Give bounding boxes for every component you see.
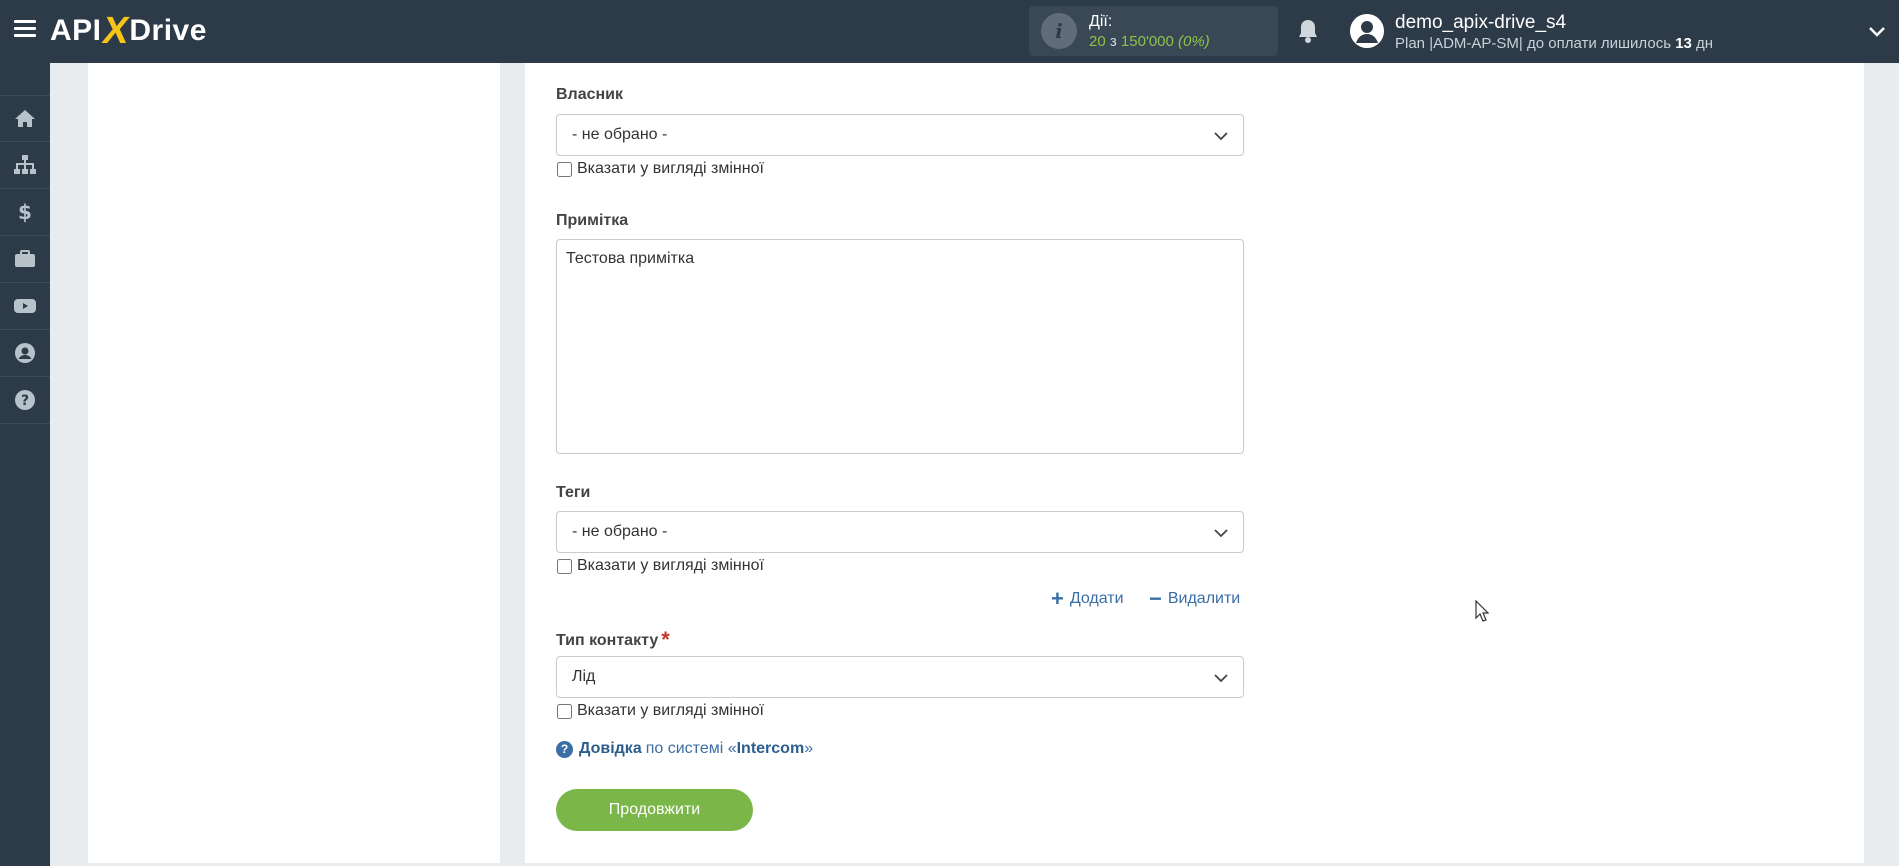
tags-variable-checkbox-row[interactable]: Вказати у вигляді змінної (556, 557, 764, 575)
menu-icon[interactable] (14, 20, 36, 38)
svg-text:?: ? (21, 393, 29, 409)
sidebar: $ ? (0, 63, 50, 866)
question-circle-icon: ? (15, 390, 35, 410)
tags-variable-checkbox[interactable] (557, 558, 572, 574)
contact-type-variable-label: Вказати у вигляді змінної (577, 702, 764, 719)
question-circle-icon: ? (556, 740, 573, 758)
sidebar-item-tools[interactable] (0, 236, 50, 283)
owner-variable-checkbox-row[interactable]: Вказати у вигляді змінної (556, 160, 764, 178)
sidebar-item-billing[interactable]: $ (0, 189, 50, 236)
plus-icon: + (1051, 586, 1064, 611)
tags-label: Теги (556, 484, 591, 501)
briefcase-icon (15, 250, 35, 267)
contact-type-variable-checkbox-row[interactable]: Вказати у вигляді змінної (556, 702, 764, 720)
bell-icon[interactable] (1296, 18, 1320, 44)
svg-text:$: $ (18, 200, 32, 224)
youtube-icon (14, 299, 36, 313)
logo-text-left: API (50, 14, 102, 47)
sidebar-item-profile[interactable] (0, 330, 50, 377)
actions-counter: i Дії: 20 з 150'000 (0%) (1029, 6, 1278, 56)
chevron-down-icon (1214, 674, 1228, 683)
info-icon: i (1041, 13, 1077, 49)
user-name[interactable]: demo_apix-drive_s4 (1395, 12, 1566, 34)
home-icon (15, 109, 35, 127)
contact-type-value: Лід (572, 668, 596, 685)
sidebar-item-home[interactable] (0, 95, 50, 142)
owner-variable-checkbox[interactable] (557, 161, 572, 177)
help-line: ? Довідка по системі «Intercom» (556, 740, 817, 758)
dollar-icon: $ (18, 200, 32, 224)
mouse-cursor-icon (1475, 600, 1489, 622)
help-middle-text: по системі «Intercom» (645, 740, 814, 757)
remove-button[interactable]: − Видалити (1149, 588, 1240, 610)
actions-count: 20 з 150'000 (0%) (1089, 32, 1210, 50)
owner-select[interactable]: - не обрано - (556, 114, 1244, 156)
note-textarea[interactable]: Тестова примітка (556, 239, 1244, 454)
add-button[interactable]: + Додати (1051, 588, 1124, 610)
actions-label: Дії: (1089, 12, 1113, 30)
top-header: API X Drive i Дії: 20 з 150'000 (0%) demo_… (0, 0, 1899, 63)
avatar[interactable] (1350, 14, 1384, 48)
sidebar-item-connections[interactable] (0, 142, 50, 189)
tags-select[interactable]: - не обрано - (556, 511, 1244, 553)
sidebar-item-help[interactable]: ? (0, 377, 50, 424)
chevron-down-icon[interactable] (1868, 22, 1886, 40)
owner-select-value: - не обрано - (572, 126, 668, 143)
help-system-link[interactable]: Intercom (737, 740, 805, 757)
contact-type-label: Тип контакту * (556, 627, 670, 652)
logo-x: X (98, 9, 133, 52)
tags-select-value: - не обрано - (572, 523, 668, 540)
help-link[interactable]: Довідка (579, 740, 642, 758)
user-circle-icon (15, 343, 35, 363)
note-label: Примітка (556, 212, 629, 229)
sidebar-item-video[interactable] (0, 283, 50, 330)
contact-type-variable-checkbox[interactable] (557, 703, 572, 719)
owner-variable-label: Вказати у вигляді змінної (577, 160, 764, 177)
chevron-down-icon (1214, 132, 1228, 141)
logo-text-right: Drive (129, 14, 207, 47)
tags-variable-label: Вказати у вигляді змінної (577, 557, 764, 574)
owner-label: Власник (556, 86, 624, 103)
sitemap-icon (14, 155, 36, 174)
continue-button[interactable]: Продовжити (556, 789, 753, 831)
user-plan: Plan |ADM-AP-SM| до оплати лишилось 13 д… (1395, 35, 1714, 52)
minus-icon: − (1149, 586, 1162, 611)
contact-type-select[interactable]: Лід (556, 656, 1244, 698)
chevron-down-icon (1214, 529, 1228, 538)
required-mark: * (661, 627, 670, 652)
left-panel (88, 63, 500, 863)
apix-drive-logo[interactable]: API X Drive (50, 10, 207, 52)
